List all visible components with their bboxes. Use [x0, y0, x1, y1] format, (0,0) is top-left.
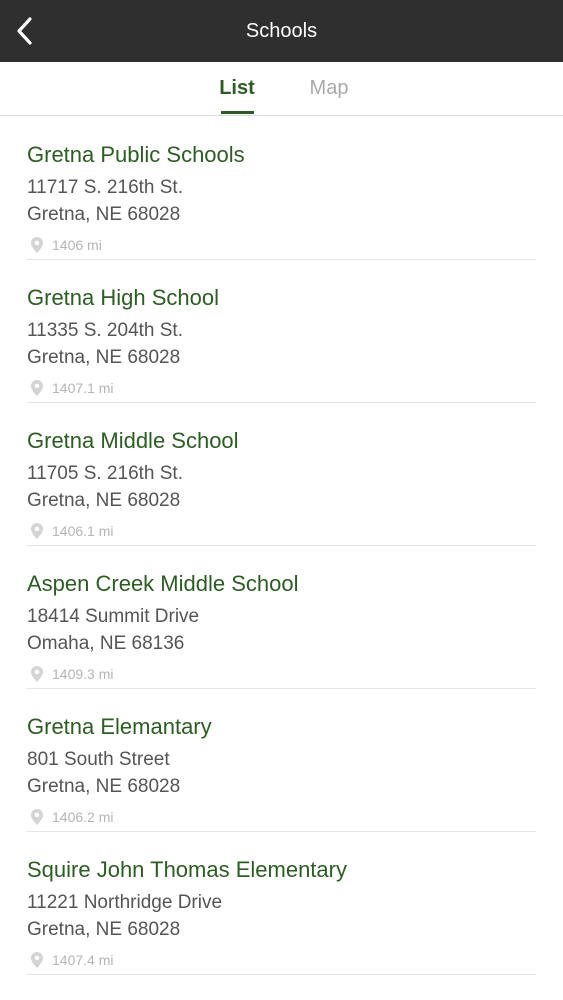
school-address-line2: Gretna, NE 68028 — [27, 776, 181, 797]
active-tab-indicator — [221, 111, 254, 114]
school-address-line1: 11717 S. 216th St. — [27, 177, 183, 198]
distance-value: 1409.3 mi — [52, 666, 114, 682]
map-pin-icon — [31, 952, 43, 968]
school-name: Gretna Public Schools — [27, 142, 245, 167]
distance-value: 1407.4 mi — [52, 952, 114, 968]
map-pin-icon — [31, 237, 43, 253]
school-name: Gretna High School — [27, 285, 219, 310]
school-distance: 1406 mi — [31, 236, 102, 254]
distance-value: 1407.1 mi — [52, 380, 114, 396]
list-item[interactable]: Squire John Thomas Elementary 11221 Nort… — [27, 832, 536, 975]
list-item[interactable]: Gretna Elemantary 801 South Street Gretn… — [27, 689, 536, 832]
tab-list[interactable]: List — [212, 62, 262, 116]
school-distance: 1406.2 mi — [31, 808, 113, 826]
distance-value: 1406.2 mi — [52, 809, 114, 825]
tab-bar: List Map — [0, 62, 563, 116]
list-item[interactable]: Gretna High School 11335 S. 204th St. Gr… — [27, 260, 536, 403]
school-address-line1: 11705 S. 216th St. — [27, 463, 183, 484]
school-address-line1: 11335 S. 204th St. — [27, 320, 183, 341]
list-item[interactable]: Gretna Public Schools 11717 S. 216th St.… — [27, 117, 536, 260]
tab-map[interactable]: Map — [302, 62, 356, 116]
school-name: Gretna Middle School — [27, 428, 239, 453]
map-pin-icon — [31, 666, 43, 682]
school-distance: 1409.3 mi — [31, 665, 113, 683]
school-distance: 1406.1 mi — [31, 522, 113, 540]
school-address-line2: Gretna, NE 68028 — [27, 490, 181, 511]
list-item[interactable]: Aspen Creek Middle School 18414 Summit D… — [27, 546, 536, 689]
app-header: Schools — [0, 0, 563, 62]
school-address-line2: Gretna, NE 68028 — [27, 204, 181, 225]
map-pin-icon — [31, 380, 43, 396]
map-pin-icon — [31, 523, 43, 539]
distance-value: 1406.1 mi — [52, 523, 114, 539]
school-address-line1: 11221 Northridge Drive — [27, 892, 223, 913]
school-address-line2: Omaha, NE 68136 — [27, 633, 185, 654]
school-address-line1: 18414 Summit Drive — [27, 606, 200, 627]
school-name: Squire John Thomas Elementary — [27, 857, 347, 882]
school-distance: 1407.4 mi — [31, 951, 113, 969]
school-name: Gretna Elemantary — [27, 714, 212, 739]
school-distance: 1407.1 mi — [31, 379, 113, 397]
school-name: Aspen Creek Middle School — [27, 571, 299, 596]
page-title: Schools — [245, 20, 318, 42]
school-list[interactable]: Gretna Public Schools 11717 S. 216th St.… — [0, 117, 563, 1000]
map-pin-icon — [31, 809, 43, 825]
school-address-line2: Gretna, NE 68028 — [27, 919, 181, 940]
school-address-line1: 801 South Street — [27, 749, 170, 770]
distance-value: 1406 mi — [52, 237, 102, 253]
list-item[interactable]: Gretna Middle School 11705 S. 216th St. … — [27, 403, 536, 546]
school-address-line2: Gretna, NE 68028 — [27, 347, 181, 368]
